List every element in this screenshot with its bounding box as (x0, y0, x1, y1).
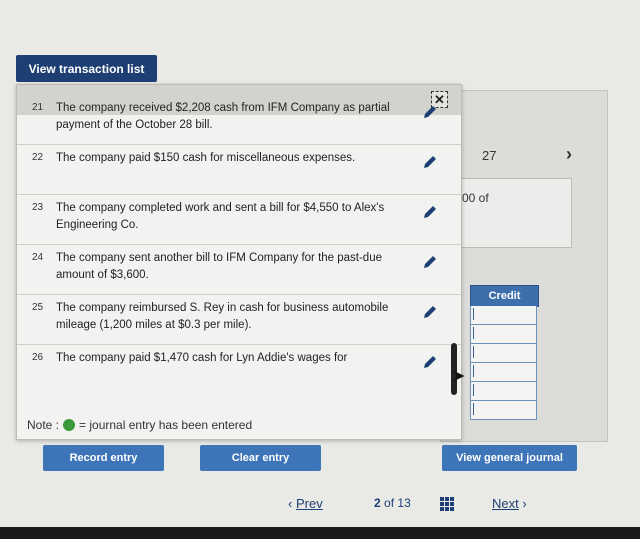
prev-button[interactable]: ‹ Prev (288, 496, 323, 511)
view-general-journal-button[interactable]: View general journal (442, 445, 577, 471)
credit-input[interactable] (470, 401, 537, 420)
item-text: The company paid $1,470 cash for Lyn Add… (56, 352, 348, 364)
transaction-list-popup: ✕ 21 The company received $2,208 cash fr… (16, 84, 462, 440)
credit-input[interactable] (470, 382, 537, 401)
item-number: 22 (32, 152, 44, 163)
next-label: Next (492, 496, 519, 511)
pencil-icon[interactable] (421, 253, 439, 271)
list-item[interactable]: 25 The company reimbursed S. Rey in cash… (17, 295, 461, 345)
transaction-box (458, 178, 572, 248)
credit-input[interactable] (470, 344, 537, 363)
item-number: 23 (32, 202, 44, 213)
credit-input[interactable] (470, 306, 537, 325)
transaction-box-text: 00 of (462, 191, 489, 205)
credit-input[interactable] (470, 325, 537, 344)
list-item[interactable]: 23 The company completed work and sent a… (17, 195, 461, 245)
chevron-right-icon: › (522, 496, 527, 511)
note-text: = journal entry has been entered (79, 418, 253, 432)
credit-column (470, 306, 537, 420)
item-text: The company received $2,208 cash from IF… (56, 102, 390, 131)
credit-column-header: Credit (470, 285, 539, 307)
grid-icon[interactable] (440, 497, 454, 511)
credit-input[interactable] (470, 363, 537, 382)
clear-entry-button[interactable]: Clear entry (200, 445, 321, 471)
page-indicator: 2 of 13 (374, 496, 411, 510)
note: Note : = journal entry has been entered (27, 418, 252, 432)
total-pages: 13 (397, 496, 411, 510)
item-number: 26 (32, 352, 44, 363)
record-entry-button[interactable]: Record entry (43, 445, 164, 471)
screen-bezel (0, 527, 640, 539)
item-number: 25 (32, 302, 44, 313)
item-number: 24 (32, 252, 44, 263)
item-text: The company completed work and sent a bi… (56, 202, 385, 231)
pencil-icon[interactable] (421, 103, 439, 121)
prev-label: Prev (295, 496, 323, 511)
note-prefix: Note : (27, 418, 60, 432)
item-number: 21 (32, 102, 44, 113)
list-item[interactable]: 24 The company sent another bill to IFM … (17, 245, 461, 295)
pencil-icon[interactable] (421, 153, 439, 171)
item-text: The company reimbursed S. Rey in cash fo… (56, 302, 389, 331)
pencil-icon[interactable] (421, 303, 439, 321)
list-item[interactable]: 22 The company paid $150 cash for miscel… (17, 145, 461, 195)
next-button[interactable]: Next › (492, 496, 527, 511)
current-page: 2 (374, 496, 381, 510)
list-item[interactable]: 21 The company received $2,208 cash from… (17, 95, 461, 145)
chevron-left-icon: ‹ (288, 496, 293, 511)
item-text: The company sent another bill to IFM Com… (56, 252, 382, 281)
entered-status-icon (63, 419, 76, 431)
transaction-list: 21 The company received $2,208 cash from… (17, 102, 461, 375)
mouse-cursor-icon: ➤ (452, 368, 466, 385)
pencil-icon[interactable] (421, 353, 439, 371)
chevron-right-icon[interactable]: › (566, 144, 572, 165)
date-fragment: 27 (482, 148, 497, 163)
pencil-icon[interactable] (421, 203, 439, 221)
view-transaction-list-button[interactable]: View transaction list (16, 55, 157, 82)
list-item[interactable]: 26 The company paid $1,470 cash for Lyn … (17, 345, 461, 375)
page-of-label: of (384, 496, 395, 510)
item-text: The company paid $150 cash for miscellan… (56, 152, 356, 164)
